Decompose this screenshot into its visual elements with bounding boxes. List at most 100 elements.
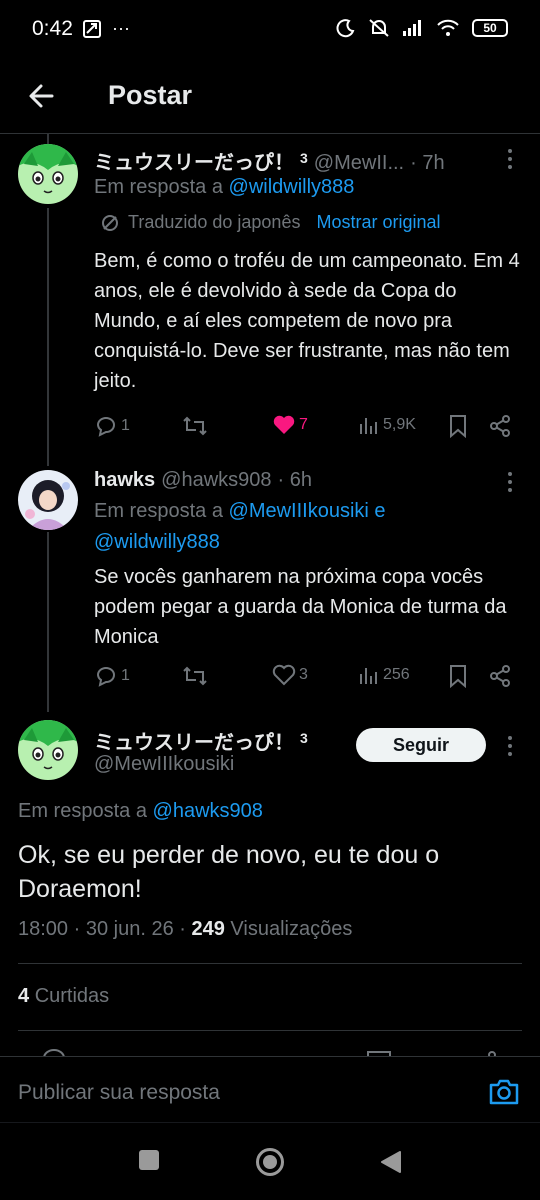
battery-icon: 50 xyxy=(472,19,508,37)
like-button[interactable]: 3 xyxy=(272,664,308,686)
reply-context: Em resposta a @MewIIIkousiki e @wildwill… xyxy=(94,496,524,558)
retweet-button[interactable] xyxy=(182,414,208,438)
likes-summary[interactable]: 4 Curtidas xyxy=(18,985,109,1008)
reply-prefix: Em resposta a xyxy=(18,800,147,822)
mention-link[interactable]: @hawks908 xyxy=(153,800,263,822)
views-label: Visualizações xyxy=(230,918,353,940)
mute-icon xyxy=(369,19,389,37)
analytics-icon xyxy=(360,668,377,684)
tweet-text: Se vocês ganharem na próxima copa vocês … xyxy=(94,566,507,648)
show-original-link[interactable]: Mostrar original xyxy=(316,212,440,233)
follow-button[interactable]: Seguir xyxy=(356,728,486,762)
like-count: 7 xyxy=(299,416,308,433)
views-button[interactable]: 256 xyxy=(358,664,410,686)
more-vertical-icon xyxy=(508,472,512,492)
reply-composer[interactable]: Publicar sua resposta xyxy=(0,1056,540,1122)
app-notification-icon xyxy=(83,19,101,38)
reply-icon xyxy=(96,667,115,687)
divider xyxy=(18,963,522,964)
more-options-button[interactable] xyxy=(506,470,514,494)
more-options-button[interactable] xyxy=(506,147,514,171)
reply-icon xyxy=(96,417,115,437)
share-icon xyxy=(490,665,510,687)
camera-button[interactable] xyxy=(488,1077,520,1107)
bookmark-button[interactable] xyxy=(448,664,468,688)
reply-count: 1 xyxy=(121,417,130,434)
post-date: · 30 jun. 26 · xyxy=(73,918,186,940)
reply-button[interactable]: 1 xyxy=(94,414,130,438)
retweet-icon xyxy=(183,666,207,686)
reply-prefix: Em resposta a xyxy=(94,176,223,198)
tweet-header: ミュウスリーだっぴ！ 3 @MewII... · 7h xyxy=(94,146,445,175)
like-count: 3 xyxy=(299,666,308,683)
display-name[interactable]: hawks xyxy=(94,469,155,492)
tweet-actions: 1 7 5,9K xyxy=(94,414,524,442)
home-button[interactable] xyxy=(255,1147,285,1182)
likes-count: 4 xyxy=(18,985,30,1007)
battery-level: 50 xyxy=(483,21,497,35)
bookmark-button[interactable] xyxy=(448,414,468,438)
handle[interactable]: @hawks908 xyxy=(161,469,271,492)
share-button[interactable] xyxy=(488,414,512,438)
view-count: 256 xyxy=(383,666,410,683)
tweet-text: Bem, é como o troféu de um campeonato. E… xyxy=(94,250,520,392)
retweet-icon xyxy=(183,416,207,436)
heart-filled-icon xyxy=(273,415,295,434)
main-tweet-header: ミュウスリーだっぴ！ 3 xyxy=(94,726,308,755)
handle[interactable]: @MewIIIkousiki xyxy=(94,753,234,776)
like-button[interactable]: 7 xyxy=(272,414,308,436)
wifi-icon xyxy=(437,19,459,36)
share-icon xyxy=(490,415,510,437)
back-triangle-icon xyxy=(381,1151,401,1173)
likes-label: Curtidas xyxy=(34,985,110,1007)
views-count: 249 xyxy=(191,918,225,940)
square-icon xyxy=(139,1150,159,1170)
home-circle-icon xyxy=(256,1148,284,1176)
app-header: Postar xyxy=(0,60,540,134)
reply-prefix: Em resposta a xyxy=(94,500,223,522)
analytics-icon xyxy=(360,418,377,434)
status-time: 0:42 xyxy=(32,17,73,40)
post-time: 18:00 xyxy=(18,918,69,940)
signal-icon xyxy=(403,20,421,36)
main-tweet-text: Ok, se eu perder de novo, eu te dou o Do… xyxy=(18,841,440,903)
system-nav-bar xyxy=(0,1122,540,1200)
avatar[interactable] xyxy=(18,144,78,204)
share-button[interactable] xyxy=(488,664,512,688)
thread-line xyxy=(47,532,49,712)
page-title: Postar xyxy=(108,80,193,110)
back-button[interactable] xyxy=(22,76,62,116)
avatar[interactable] xyxy=(18,470,78,530)
views-button[interactable]: 5,9K xyxy=(358,414,416,436)
recents-button[interactable] xyxy=(138,1149,160,1176)
heart-icon xyxy=(272,664,296,686)
translation-notice: Traduzido do japonês Mostrar original xyxy=(100,212,441,233)
reply-count: 1 xyxy=(121,667,130,684)
badge: 3 xyxy=(300,150,308,166)
timestamp: · 7h xyxy=(410,152,445,174)
view-count: 5,9K xyxy=(383,416,416,433)
tweet-actions: 1 3 256 xyxy=(94,664,524,692)
translate-icon xyxy=(102,214,118,231)
mention-link[interactable]: @wildwilly888 xyxy=(229,176,355,198)
display-name[interactable]: ミュウスリーだっぴ！ xyxy=(94,726,294,755)
translated-label: Traduzido do japonês xyxy=(128,212,301,232)
thread-line xyxy=(47,208,49,466)
more-vertical-icon xyxy=(508,149,512,169)
mention-link[interactable]: @MewIIIkousiki xyxy=(229,500,369,522)
display-name[interactable]: ミュウスリーだっぴ！ xyxy=(94,146,294,175)
do-not-disturb-icon xyxy=(336,19,355,38)
more-notifications-icon: ··· xyxy=(112,18,130,38)
back-nav-button[interactable] xyxy=(380,1150,402,1179)
retweet-button[interactable] xyxy=(182,664,208,688)
back-arrow-icon xyxy=(29,84,54,108)
reply-button[interactable]: 1 xyxy=(94,664,130,688)
mention-conjunction: e xyxy=(374,500,386,522)
more-options-button[interactable] xyxy=(506,734,514,758)
more-vertical-icon xyxy=(508,736,512,756)
status-bar: 0:42 ··· 50 xyxy=(0,0,540,60)
mention-link[interactable]: @wildwilly888 xyxy=(94,531,220,553)
avatar[interactable] xyxy=(18,720,78,780)
tweet-header: hawks @hawks908 · 6h xyxy=(94,469,312,492)
reply-input[interactable]: Publicar sua resposta xyxy=(18,1081,220,1105)
